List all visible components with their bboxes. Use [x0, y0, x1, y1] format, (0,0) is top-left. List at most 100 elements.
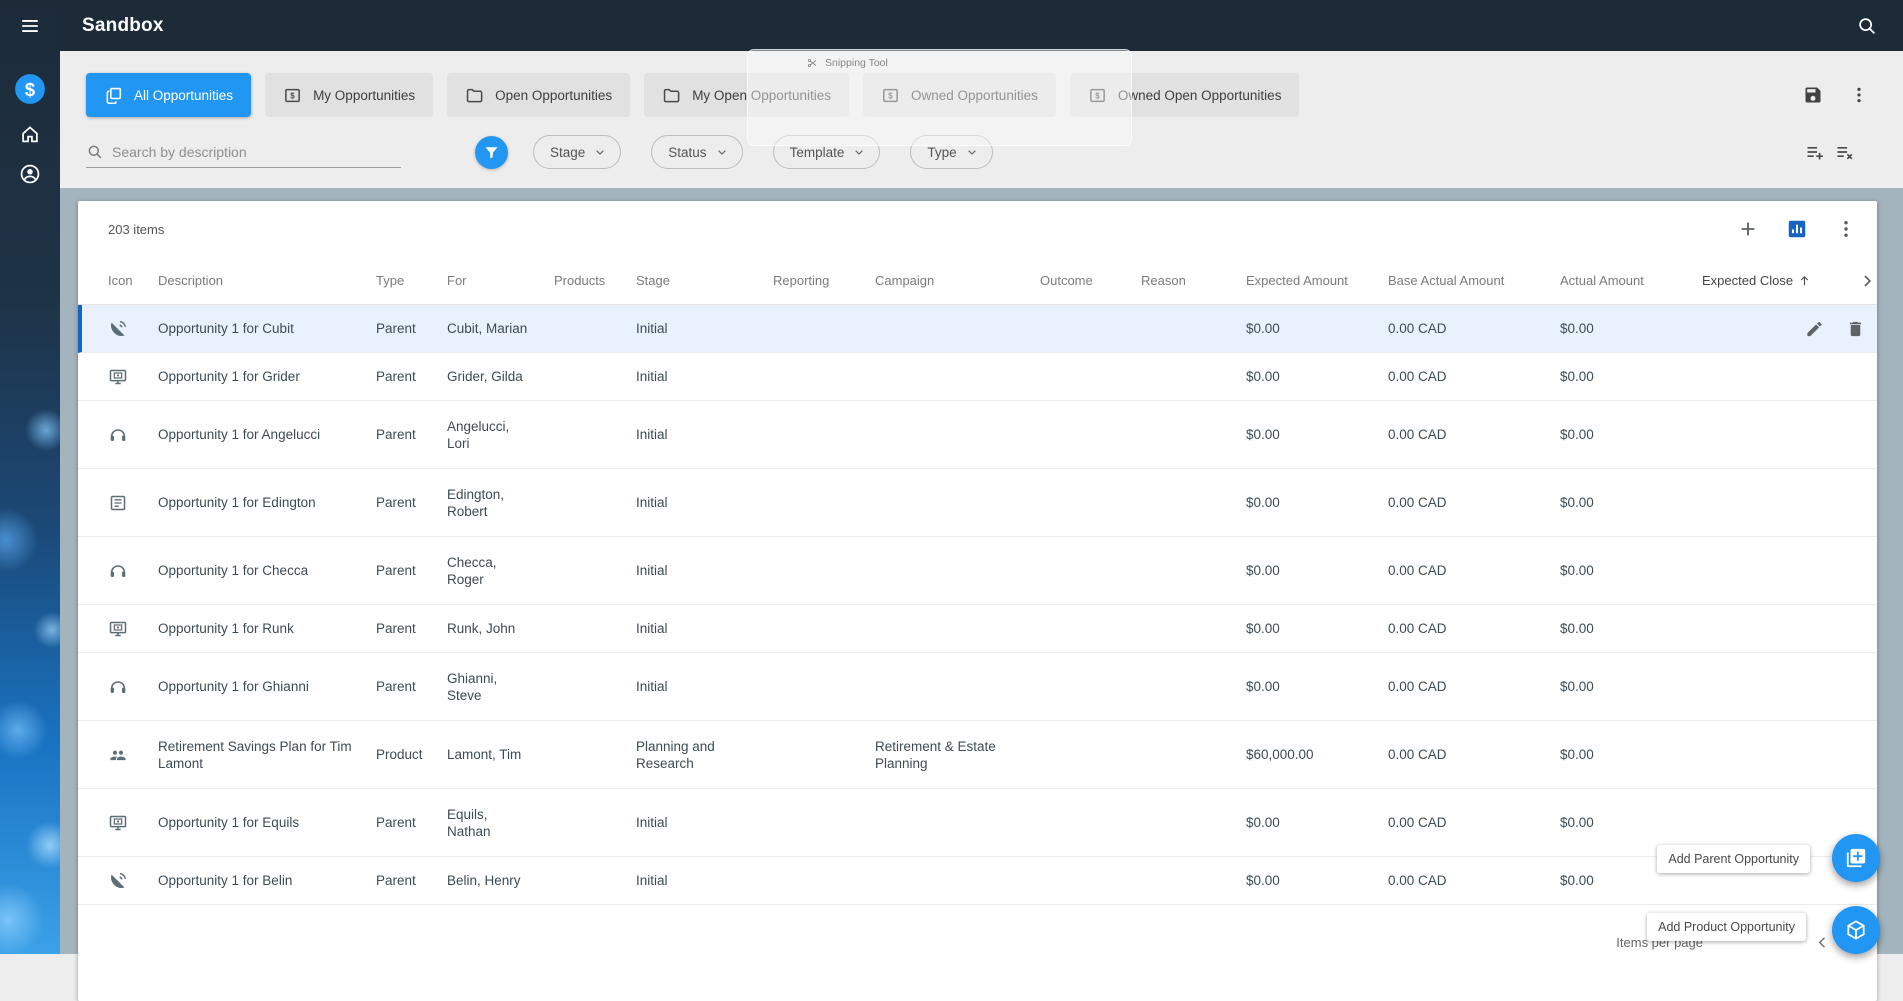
satellite-dish-icon: [111, 320, 127, 336]
column-header-campaign[interactable]: Campaign: [875, 273, 1040, 288]
account-icon: [20, 164, 40, 184]
menu-button[interactable]: [0, 6, 60, 46]
add-product-opportunity-button[interactable]: [1832, 906, 1880, 954]
filter-actions: [1805, 142, 1877, 162]
scroll-columns-right-button[interactable]: [1857, 271, 1887, 291]
cell-for: Checca, Roger: [447, 554, 497, 587]
table-row[interactable]: Opportunity 1 for Runk Parent Runk, John In…: [78, 605, 1877, 653]
topbar: Sandbox: [60, 0, 1903, 51]
cell-expected-amount: $60,000.00: [1246, 747, 1314, 762]
cell-actual-amount: $0.00: [1560, 873, 1594, 888]
add-to-list-button[interactable]: [1805, 142, 1825, 162]
chevron-left-icon: [1818, 936, 1826, 948]
column-header-reporting[interactable]: Reporting: [773, 273, 875, 288]
add-parent-opportunity-button[interactable]: [1832, 834, 1880, 882]
column-header-stage[interactable]: Stage: [636, 273, 773, 288]
view-chip-label: My Opportunities: [313, 87, 416, 103]
view-chip-label: Open Opportunities: [495, 87, 613, 103]
people-icon: [110, 750, 126, 760]
row-type-icon: [108, 561, 158, 581]
column-header-base-actual-amount[interactable]: Base Actual Amount: [1388, 273, 1560, 288]
cell-for: Cubit, Marian: [447, 321, 528, 336]
search-input[interactable]: [112, 143, 401, 160]
view-chip-my-opportunities[interactable]: $ My Opportunities: [265, 73, 434, 117]
table-row[interactable]: Opportunity 1 for Edington Parent Edington…: [78, 469, 1877, 537]
view-chip-all-opportunities[interactable]: All Opportunities: [86, 73, 252, 117]
column-header-icon[interactable]: Icon: [108, 273, 158, 288]
cell-campaign: Retirement & Estate Planning: [875, 738, 996, 771]
cell-stage: Initial: [636, 427, 668, 442]
remove-from-list-button[interactable]: [1835, 142, 1855, 162]
cell-for: Lamont, Tim: [447, 747, 522, 762]
headset-icon: [110, 428, 126, 441]
row-type-icon: [108, 745, 158, 765]
pencil-icon: [1807, 321, 1822, 336]
column-header-products[interactable]: Products: [554, 273, 636, 288]
row-type-icon: [108, 367, 158, 387]
trash-icon: [1849, 321, 1862, 336]
cell-base-actual-amount: 0.00 CAD: [1388, 427, 1447, 442]
cell-stage: Initial: [636, 369, 668, 384]
kebab-icon: [1844, 221, 1848, 237]
add-item-button[interactable]: [1737, 218, 1759, 240]
column-header-outcome[interactable]: Outcome: [1040, 273, 1141, 288]
edit-row-button[interactable]: [1805, 319, 1824, 338]
column-header-actual-amount[interactable]: Actual Amount: [1560, 273, 1702, 288]
cell-expected-amount: $0.00: [1246, 815, 1280, 830]
column-header-description[interactable]: Description: [158, 273, 376, 288]
cell-description: Opportunity 1 for Runk: [158, 621, 294, 636]
row-type-icon: [108, 425, 158, 445]
filter-dropdown-status[interactable]: Status: [651, 135, 743, 169]
cell-actual-amount: $0.00: [1560, 815, 1594, 830]
filter-button[interactable]: [475, 135, 508, 169]
cell-description: Opportunity 1 for Edington: [158, 495, 316, 510]
chart-view-button[interactable]: [1786, 218, 1808, 240]
table-row[interactable]: Opportunity 1 for Ghianni Parent Ghianni, S…: [78, 653, 1877, 721]
view-chip-open-opportunities[interactable]: Open Opportunities: [447, 73, 631, 117]
table-row[interactable]: Opportunity 1 for Checca Parent Checca, Rog…: [78, 537, 1877, 605]
table-row[interactable]: Opportunity 1 for Grider Parent Grider, Gi…: [78, 353, 1877, 401]
save-view-button[interactable]: [1803, 85, 1823, 105]
list-menu-button[interactable]: [1835, 218, 1857, 240]
cell-type: Parent: [376, 815, 416, 830]
sidebar-item-home[interactable]: [0, 114, 60, 154]
add-icon: [1741, 222, 1755, 236]
sidebar-item-opportunities[interactable]: $: [0, 69, 60, 109]
previous-page-button[interactable]: [1813, 933, 1832, 952]
cell-actual-amount: $0.00: [1560, 427, 1594, 442]
cell-for: Belin, Henry: [447, 873, 521, 888]
opportunities-list-card: 203 items Icon Description Type For Products…: [78, 201, 1877, 1001]
caret-down-icon: [855, 150, 864, 155]
cell-base-actual-amount: 0.00 CAD: [1388, 563, 1447, 578]
table-row[interactable]: Opportunity 1 for Belin Parent Belin, Henr…: [78, 857, 1877, 905]
sidebar-item-profile[interactable]: [0, 154, 60, 194]
table-row[interactable]: Opportunity 1 for Equils Parent Equils, Nat…: [78, 789, 1877, 857]
cell-type: Parent: [376, 621, 416, 636]
funnel-icon: [485, 146, 498, 159]
column-header-reason[interactable]: Reason: [1141, 273, 1246, 288]
magnifier-icon: [88, 145, 102, 159]
table-row[interactable]: Opportunity 1 for Angelucci Parent Angeluc…: [78, 401, 1877, 469]
view-menu-button[interactable]: [1849, 85, 1869, 105]
column-header-expected-close[interactable]: Expected Close: [1702, 273, 1857, 288]
row-type-icon: [108, 677, 158, 697]
table-row[interactable]: Opportunity 1 for Cubit Parent Cubit, Mari…: [78, 305, 1877, 353]
row-type-icon: [108, 813, 158, 833]
column-header-for[interactable]: For: [447, 273, 554, 288]
cell-description: Opportunity 1 for Grider: [158, 369, 300, 384]
column-header-expected-amount[interactable]: Expected Amount: [1246, 273, 1388, 288]
snipping-tool-title: Snipping Tool: [825, 57, 888, 70]
filter-dropdown-stage[interactable]: Stage: [533, 135, 622, 169]
column-header-type[interactable]: Type: [376, 273, 447, 288]
snipping-tool-ghost-window: Snipping Tool: [747, 49, 1132, 146]
svg-text:$: $: [290, 91, 295, 100]
cell-stage: Initial: [636, 563, 668, 578]
row-type-icon: [108, 619, 158, 639]
cell-base-actual-amount: 0.00 CAD: [1388, 495, 1447, 510]
headset-icon: [110, 680, 126, 693]
paginator: Items per page: [78, 905, 1877, 979]
search-button[interactable]: [1852, 11, 1881, 40]
table-row[interactable]: Retirement Savings Plan for Tim Lamont Pr…: [78, 721, 1877, 789]
cell-type: Parent: [376, 563, 416, 578]
delete-row-button[interactable]: [1846, 319, 1865, 338]
